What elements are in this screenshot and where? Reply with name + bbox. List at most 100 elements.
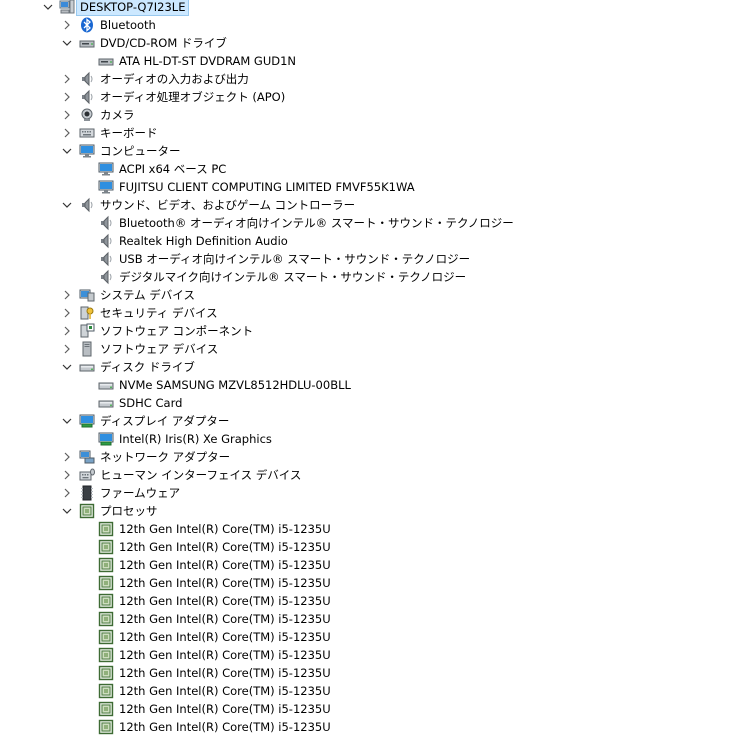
device-node[interactable]: Intel(R) Iris(R) Xe Graphics	[0, 430, 737, 448]
device-node[interactable]: 12th Gen Intel(R) Core(TM) i5-1235U	[0, 646, 737, 664]
chevron-right-icon[interactable]	[61, 451, 73, 463]
device-node[interactable]: 12th Gen Intel(R) Core(TM) i5-1235U	[0, 592, 737, 610]
chevron-right-icon[interactable]	[61, 127, 73, 139]
category-node[interactable]: サウンド、ビデオ、およびゲーム コントローラー	[0, 196, 737, 214]
category-node[interactable]: キーボード	[0, 124, 737, 142]
category-node[interactable]: Bluetooth	[0, 16, 737, 34]
device-node[interactable]: SDHC Card	[0, 394, 737, 412]
network-adapter-icon	[79, 449, 95, 465]
chevron-down-icon[interactable]	[61, 37, 73, 49]
tree-root-node[interactable]: DESKTOP-Q7I23LE	[0, 0, 737, 16]
chevron-right-icon[interactable]	[61, 307, 73, 319]
processor-icon	[98, 539, 114, 555]
category-node[interactable]: ソフトウェア デバイス	[0, 340, 737, 358]
chevron-right-icon[interactable]	[61, 73, 73, 85]
node-label: 12th Gen Intel(R) Core(TM) i5-1235U	[119, 594, 331, 608]
speaker-icon	[79, 89, 95, 105]
category-node[interactable]: DVD/CD-ROM ドライブ	[0, 34, 737, 52]
category-node[interactable]: セキュリティ デバイス	[0, 304, 737, 322]
chevron-down-icon[interactable]	[61, 199, 73, 211]
speaker-icon	[98, 269, 114, 285]
device-node[interactable]: 12th Gen Intel(R) Core(TM) i5-1235U	[0, 718, 737, 736]
keyboard-icon	[79, 125, 95, 141]
device-node[interactable]: 12th Gen Intel(R) Core(TM) i5-1235U	[0, 664, 737, 682]
node-label: ソフトウェア デバイス	[100, 342, 219, 356]
device-node[interactable]: NVMe SAMSUNG MZVL8512HDLU-00BLL	[0, 376, 737, 394]
node-label: Realtek High Definition Audio	[119, 234, 288, 248]
software-device-icon	[79, 341, 95, 357]
speaker-icon	[98, 233, 114, 249]
node-label: DESKTOP-Q7I23LE	[76, 0, 190, 16]
node-label: USB オーディオ向けインテル® スマート・サウンド・テクノロジー	[119, 252, 471, 266]
category-node[interactable]: ヒューマン インターフェイス デバイス	[0, 466, 737, 484]
processor-icon	[98, 719, 114, 735]
chevron-right-icon[interactable]	[61, 325, 73, 337]
node-label: 12th Gen Intel(R) Core(TM) i5-1235U	[119, 612, 331, 626]
device-node[interactable]: Realtek High Definition Audio	[0, 232, 737, 250]
security-key-icon	[79, 305, 95, 321]
device-node[interactable]: FUJITSU CLIENT COMPUTING LIMITED FMVF55K…	[0, 178, 737, 196]
node-label: Bluetooth® オーディオ向けインテル® スマート・サウンド・テクノロジー	[119, 216, 514, 230]
monitor-icon	[98, 179, 114, 195]
device-node[interactable]: 12th Gen Intel(R) Core(TM) i5-1235U	[0, 538, 737, 556]
category-node[interactable]: システム デバイス	[0, 286, 737, 304]
category-node[interactable]: カメラ	[0, 106, 737, 124]
node-label: オーディオ処理オブジェクト (APO)	[100, 90, 286, 104]
node-label: 12th Gen Intel(R) Core(TM) i5-1235U	[119, 666, 331, 680]
device-tree: DESKTOP-Q7I23LE Bluetooth DVD/CD-ROM ドライブ A…	[0, 0, 737, 737]
hid-icon	[79, 467, 95, 483]
chevron-down-icon[interactable]	[61, 505, 73, 517]
category-node[interactable]: ソフトウェア コンポーネント	[0, 322, 737, 340]
device-node[interactable]: 12th Gen Intel(R) Core(TM) i5-1235U	[0, 700, 737, 718]
device-node[interactable]: Bluetooth® オーディオ向けインテル® スマート・サウンド・テクノロジー	[0, 214, 737, 232]
display-adapter-icon	[79, 413, 95, 429]
device-node[interactable]: ATA HL-DT-ST DVDRAM GUD1N	[0, 52, 737, 70]
category-node[interactable]: ディスプレイ アダプター	[0, 412, 737, 430]
chevron-down-icon[interactable]	[61, 145, 73, 157]
processor-icon	[98, 701, 114, 717]
node-label: キーボード	[100, 126, 158, 140]
chevron-right-icon[interactable]	[61, 109, 73, 121]
chevron-right-icon[interactable]	[61, 343, 73, 355]
category-node[interactable]: コンピューター	[0, 142, 737, 160]
node-label: デジタルマイク向けインテル® スマート・サウンド・テクノロジー	[119, 270, 467, 284]
chevron-right-icon[interactable]	[61, 469, 73, 481]
node-label: DVD/CD-ROM ドライブ	[100, 36, 227, 50]
node-label: ソフトウェア コンポーネント	[100, 324, 254, 338]
node-label: ネットワーク アダプター	[100, 450, 231, 464]
chevron-right-icon[interactable]	[61, 91, 73, 103]
system-devices-icon	[79, 287, 95, 303]
node-label: SDHC Card	[119, 396, 183, 410]
node-label: NVMe SAMSUNG MZVL8512HDLU-00BLL	[119, 378, 351, 392]
camera-icon	[79, 107, 95, 123]
device-node[interactable]: ACPI x64 ベース PC	[0, 160, 737, 178]
chevron-down-icon[interactable]	[42, 1, 54, 13]
category-node[interactable]: オーディオの入力および出力	[0, 70, 737, 88]
device-node[interactable]: USB オーディオ向けインテル® スマート・サウンド・テクノロジー	[0, 250, 737, 268]
disk-drive-icon	[98, 395, 114, 411]
category-node[interactable]: オーディオ処理オブジェクト (APO)	[0, 88, 737, 106]
chevron-right-icon[interactable]	[61, 19, 73, 31]
device-node[interactable]: 12th Gen Intel(R) Core(TM) i5-1235U	[0, 628, 737, 646]
node-label: 12th Gen Intel(R) Core(TM) i5-1235U	[119, 558, 331, 572]
device-node[interactable]: 12th Gen Intel(R) Core(TM) i5-1235U	[0, 574, 737, 592]
node-label: ファームウェア	[100, 486, 181, 500]
device-node[interactable]: 12th Gen Intel(R) Core(TM) i5-1235U	[0, 610, 737, 628]
device-node[interactable]: デジタルマイク向けインテル® スマート・サウンド・テクノロジー	[0, 268, 737, 286]
chevron-right-icon[interactable]	[61, 289, 73, 301]
software-component-icon	[79, 323, 95, 339]
node-label: 12th Gen Intel(R) Core(TM) i5-1235U	[119, 720, 331, 734]
device-node[interactable]: 12th Gen Intel(R) Core(TM) i5-1235U	[0, 682, 737, 700]
node-label: ディスプレイ アダプター	[100, 414, 230, 428]
chevron-down-icon[interactable]	[61, 415, 73, 427]
category-node[interactable]: ファームウェア	[0, 484, 737, 502]
category-node[interactable]: ディスク ドライブ	[0, 358, 737, 376]
chevron-right-icon[interactable]	[61, 487, 73, 499]
device-node[interactable]: 12th Gen Intel(R) Core(TM) i5-1235U	[0, 520, 737, 538]
device-node[interactable]: 12th Gen Intel(R) Core(TM) i5-1235U	[0, 556, 737, 574]
node-label: サウンド、ビデオ、およびゲーム コントローラー	[100, 198, 356, 212]
category-node[interactable]: ネットワーク アダプター	[0, 448, 737, 466]
display-adapter-icon	[98, 431, 114, 447]
category-node[interactable]: プロセッサ	[0, 502, 737, 520]
chevron-down-icon[interactable]	[61, 361, 73, 373]
